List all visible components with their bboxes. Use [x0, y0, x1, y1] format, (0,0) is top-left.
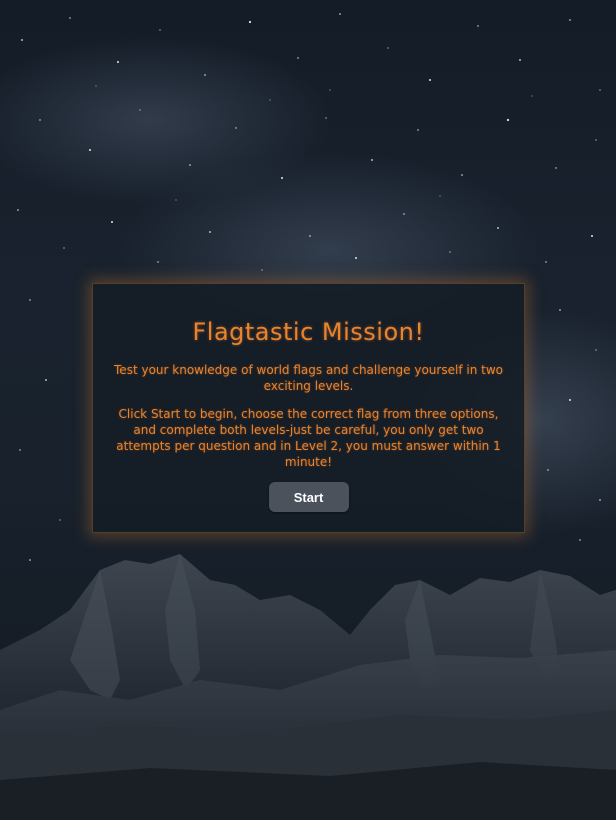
mountain-range	[0, 554, 616, 820]
intro-card: Flagtastic Mission! Test your knowledge …	[92, 283, 525, 533]
intro-text: Test your knowledge of world flags and c…	[114, 363, 503, 393]
game-title: Flagtastic Mission!	[192, 318, 425, 346]
start-button[interactable]: Start	[268, 482, 349, 512]
instructions-text: Click Start to begin, choose the correct…	[116, 407, 501, 469]
starry-night-background: Flagtastic Mission! Test your knowledge …	[0, 0, 616, 820]
